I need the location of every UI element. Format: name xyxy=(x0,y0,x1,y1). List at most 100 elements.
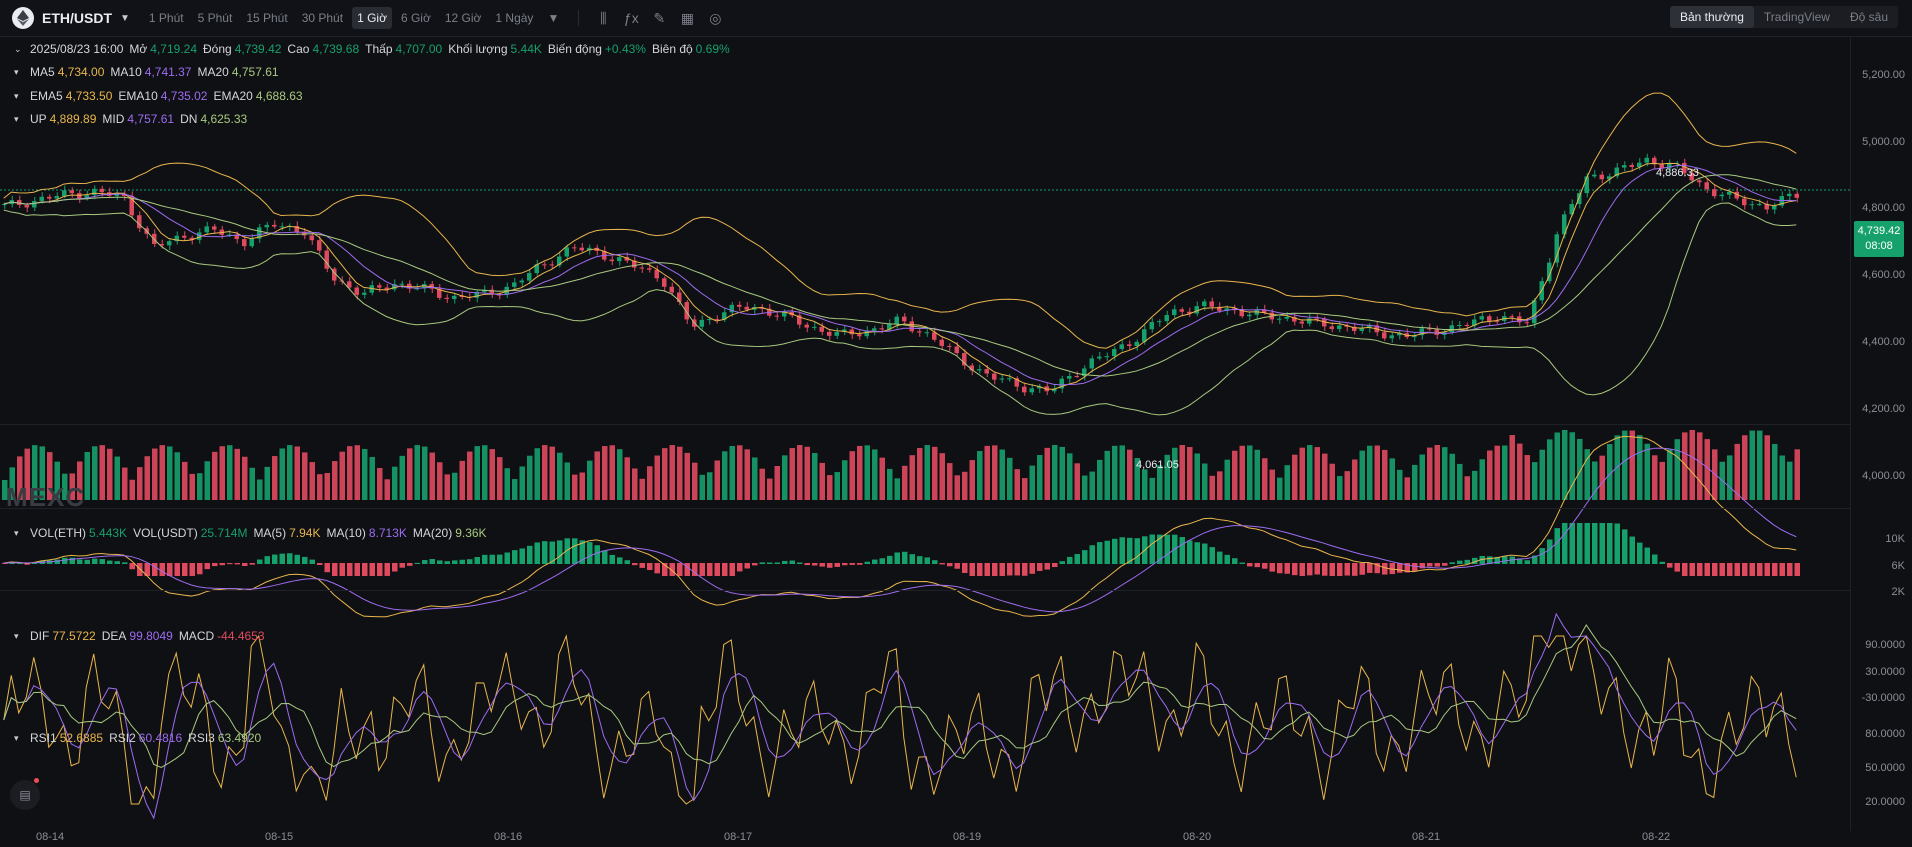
macd-bar xyxy=(774,562,780,564)
rsi1-label: RSI1 xyxy=(30,731,57,745)
view-depth[interactable]: Độ sâu xyxy=(1840,6,1898,28)
volume-bar xyxy=(422,446,428,500)
macd-bar xyxy=(504,552,510,564)
volume-bar xyxy=(917,447,923,500)
macd-bar xyxy=(969,563,975,576)
volume-bar xyxy=(189,473,195,500)
collapse-chevron-icon[interactable]: ▾ xyxy=(14,528,24,539)
volume-bar xyxy=(909,455,915,500)
chart-canvas[interactable] xyxy=(0,36,1850,831)
pair-name[interactable]: ETH/USDT xyxy=(42,10,112,26)
volume-bar xyxy=(1554,432,1560,500)
collapse-chevron-icon[interactable]: ⌄ xyxy=(14,44,24,55)
top-toolbar: ETH/USDT ▼ 1 Phút 5 Phút 15 Phút 30 Phút… xyxy=(0,0,1912,37)
volume-bar xyxy=(317,474,323,500)
volume-bar xyxy=(579,472,585,500)
pair-dropdown-icon[interactable]: ▼ xyxy=(120,13,130,24)
macd-bar xyxy=(864,561,870,564)
interval-12h[interactable]: 12 Giờ xyxy=(440,7,487,29)
candle-body xyxy=(1382,332,1387,339)
collapse-chevron-icon[interactable]: ▾ xyxy=(14,91,24,102)
candle-body xyxy=(1067,375,1072,379)
vol-tick: 2K xyxy=(1891,586,1905,598)
candle-body xyxy=(714,319,719,321)
ma-legend: ▾ MA5 4,734.00 MA10 4,741.37 MA20 4,757.61 xyxy=(0,65,279,79)
calendar-icon[interactable]: ▤ xyxy=(10,780,40,810)
interval-15m[interactable]: 15 Phút xyxy=(241,7,292,29)
camera-icon[interactable]: ◎ xyxy=(701,10,729,27)
macd-bar xyxy=(1562,523,1568,564)
macd-bar xyxy=(167,563,173,576)
change-label: Biến động xyxy=(547,42,602,56)
volume-bar xyxy=(182,461,188,500)
volume-bar xyxy=(624,457,630,500)
volume-bar xyxy=(1652,455,1658,500)
candle-body xyxy=(924,332,929,334)
volume-bar xyxy=(1104,450,1110,500)
macd-bar xyxy=(1209,547,1215,564)
high-label: Cao xyxy=(287,42,310,56)
volume-bar xyxy=(1307,445,1313,500)
macd-bar xyxy=(1599,523,1605,564)
interval-6h[interactable]: 6 Giờ xyxy=(396,7,436,29)
macd-bar xyxy=(1337,563,1343,576)
interval-5m[interactable]: 5 Phút xyxy=(193,7,238,29)
macd-bar xyxy=(1119,537,1125,564)
collapse-chevron-icon[interactable]: ▾ xyxy=(14,733,24,744)
collapse-chevron-icon[interactable]: ▾ xyxy=(14,114,24,125)
macd-bar xyxy=(1254,563,1260,568)
volume-bar xyxy=(1089,471,1095,500)
macd-value: -44.4653 xyxy=(217,629,265,643)
macd-bar xyxy=(1179,537,1185,564)
candle-body xyxy=(272,224,277,227)
volume-bar xyxy=(384,479,390,500)
interval-1d[interactable]: 1 Ngày xyxy=(490,7,538,29)
collapse-chevron-icon[interactable]: ▾ xyxy=(14,631,24,642)
volume-bar xyxy=(857,445,863,500)
interval-30m[interactable]: 30 Phút xyxy=(297,7,348,29)
volume-bar xyxy=(699,474,705,500)
volume-bar xyxy=(947,463,953,500)
layout-icon[interactable]: ▦ xyxy=(673,10,701,27)
macd-bar xyxy=(804,563,810,566)
view-standard[interactable]: Bản thường xyxy=(1669,6,1754,28)
indicator-icon[interactable]: ƒx xyxy=(617,10,645,26)
macd-bar xyxy=(1622,529,1628,564)
interval-more-chevron-icon[interactable]: ▼ xyxy=(542,7,564,29)
macd-bar xyxy=(294,554,300,564)
volume-bar xyxy=(227,445,233,500)
collapse-chevron-icon[interactable]: ▾ xyxy=(14,67,24,78)
candle-body xyxy=(872,328,877,331)
macd-bar xyxy=(1554,528,1560,564)
macd-tick: 90.0000 xyxy=(1865,639,1905,651)
volume-bar xyxy=(527,455,533,500)
volume-bar xyxy=(834,472,840,500)
vol-ma20-value: 9.36K xyxy=(455,526,487,540)
volume-bar xyxy=(1622,430,1628,500)
candle-body xyxy=(1457,325,1462,327)
volume-bar xyxy=(1097,459,1103,500)
interval-tabs: 1 Phút 5 Phút 15 Phút 30 Phút 1 Giờ 6 Gi… xyxy=(144,7,568,29)
macd-bar xyxy=(1704,563,1710,576)
macd-bar xyxy=(1697,563,1703,576)
candle-settings-icon[interactable]: ⫼ xyxy=(589,10,617,27)
volume-bar xyxy=(1382,449,1388,500)
price-tick: 4,400.00 xyxy=(1862,336,1905,348)
volume-bar xyxy=(1112,445,1118,500)
view-tradingview[interactable]: TradingView xyxy=(1754,6,1840,28)
candle-body xyxy=(984,369,989,374)
interval-1h[interactable]: 1 Giờ xyxy=(352,7,392,29)
candle-body xyxy=(309,235,314,241)
volume-bar xyxy=(729,445,735,500)
draw-icon[interactable]: ✎ xyxy=(645,10,673,27)
candle-body xyxy=(1329,326,1334,330)
volume-bar xyxy=(969,460,975,500)
ema10-value: 4,735.02 xyxy=(160,89,208,103)
volume-bar xyxy=(1209,475,1215,500)
interval-1m[interactable]: 1 Phút xyxy=(144,7,189,29)
macd-bar xyxy=(1779,563,1785,576)
candle-body xyxy=(1577,193,1582,205)
volume-bar xyxy=(1689,430,1695,500)
price-axis[interactable]: 5,200.00 5,000.00 4,800.00 4,600.00 4,40… xyxy=(1850,36,1912,831)
macd-bar xyxy=(1412,563,1418,572)
